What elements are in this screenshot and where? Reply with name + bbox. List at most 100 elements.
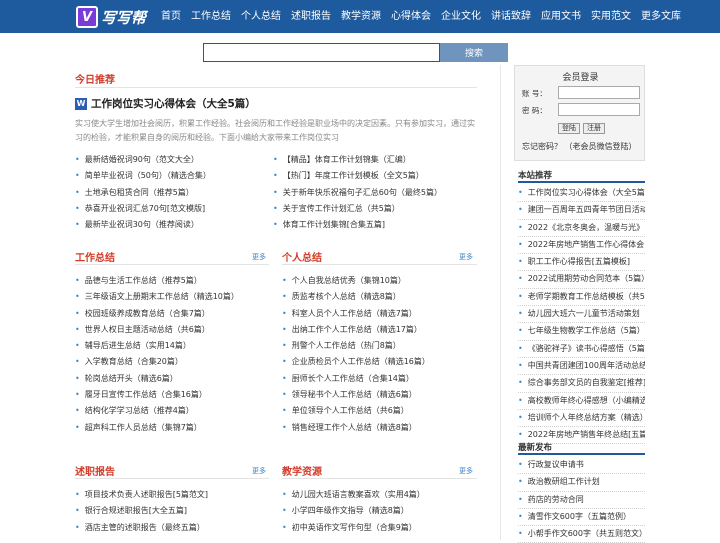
list-item[interactable]: 项目技术负责人述职报告[5篇范文] [75, 487, 270, 503]
list-item[interactable]: 2022《北京冬奥会，温暖与光》 [518, 220, 645, 237]
work-summary-more-link[interactable]: 更多 [252, 252, 266, 262]
forgot-password-link[interactable]: 忘记密码？ [522, 142, 562, 151]
list-item[interactable]: 老师学期教育工作总结模板（共5篇） [518, 289, 645, 307]
list-item[interactable]: 《骆驼祥子》读书心得感悟（5篇） [518, 341, 645, 358]
list-item[interactable]: 入学教育总结（合集20篇） [75, 354, 270, 370]
featured-article-link[interactable]: W 工作岗位实习心得体会（大全5篇） [75, 96, 256, 111]
search-input[interactable] [203, 43, 440, 62]
divider [518, 181, 645, 183]
list-item[interactable]: 世界人权日主题活动总结（共6篇） [75, 322, 270, 338]
recommend-list: 工作岗位实习心得体会（大全5篇） 建团一百周年五四青年节团日活动 2022《北京… [518, 185, 645, 445]
list-item[interactable]: 出纳工作个人工作总结（精选17篇） [282, 322, 478, 338]
list-item[interactable]: 培训师个人年终总结方案（精选） [518, 410, 645, 428]
list-item[interactable]: 【热门】年度工作计划模板（全文5篇） [273, 168, 478, 184]
list-item[interactable]: 关于宣传工作计划汇总（共5篇） [273, 201, 478, 217]
list-item[interactable]: 行政复议申请书 [518, 457, 645, 475]
list-item[interactable]: 科室人员个人工作总结（精选7篇） [282, 306, 478, 322]
list-item[interactable]: 小学四年级作文指导（精选8篇） [282, 503, 478, 519]
list-item[interactable]: 七年级生物教学工作总结（5篇） [518, 323, 645, 341]
password-label: 密 码： [522, 106, 547, 115]
list-item[interactable]: 品德与生活工作总结（推荐5篇） [75, 273, 270, 289]
list-item[interactable]: 幼儿园大班语言教案喜欢（实用4篇） [282, 487, 478, 503]
list-item[interactable]: 幼儿园大班六一儿童节活动策划 [518, 306, 645, 324]
nav-item-culture[interactable]: 企业文化 [436, 0, 486, 33]
work-summary-title: 工作总结 [75, 253, 115, 264]
teaching-title: 教学资源 [282, 467, 322, 478]
nav-item-documents[interactable]: 应用文书 [536, 0, 586, 33]
nav-item-more[interactable]: 更多文库 [636, 0, 686, 33]
list-item[interactable]: 结构化学学习总结（推荐4篇） [75, 403, 270, 419]
list-item[interactable]: 土地承包租赁合同（推荐5篇） [75, 185, 270, 201]
list-item[interactable]: 【精品】体育工作计划锦集（汇编） [273, 152, 478, 168]
list-item[interactable]: 体育工作计划集锦[合集五篇] [273, 217, 478, 233]
list-item[interactable]: 超声科工作人员总结（集锦7篇） [75, 420, 270, 436]
account-input[interactable] [558, 86, 640, 99]
nav-item-speech[interactable]: 讲话致辞 [486, 0, 536, 33]
login-title: 会员登录 [562, 73, 599, 83]
logo-name: 写写帮 [101, 8, 147, 27]
report-more-link[interactable]: 更多 [252, 466, 266, 476]
list-item[interactable]: 履牙日宣传工作总结（合集16篇） [75, 387, 270, 403]
list-item[interactable]: 药店的劳动合同 [518, 492, 645, 509]
today-title: 今日推荐 [75, 75, 115, 86]
divider [282, 478, 477, 479]
list-item[interactable]: 2022年房地产销售工作心得体会 [518, 237, 645, 255]
list-item[interactable]: 清雪作文600字（五篇范例） [518, 509, 645, 527]
divider [75, 264, 269, 265]
list-item[interactable]: 初中英语作文写作句型（合集9篇） [282, 520, 478, 536]
list-item[interactable]: 个人自我总结优秀（集锦10篇） [282, 273, 478, 289]
site-logo[interactable]: V 写写帮 [76, 4, 146, 30]
list-item[interactable]: 职工工作心得报告[五篇模板] [518, 254, 645, 272]
list-item[interactable]: 校园班级养成教育总结（合集7篇） [75, 306, 270, 322]
nav-item-work-summary[interactable]: 工作总结 [186, 0, 236, 33]
list-item[interactable]: 销售经理工作个人总结（精选8篇） [282, 420, 478, 436]
login-button[interactable]: 登陆 [558, 123, 580, 134]
column-divider [500, 65, 501, 540]
nav-item-experience[interactable]: 心得体会 [386, 0, 436, 33]
list-item[interactable]: 中国共青团建团100周年活动总结 [518, 358, 645, 376]
list-item[interactable]: 建团一百周年五四青年节团日活动 [518, 202, 645, 220]
register-button[interactable]: 注册 [583, 123, 605, 134]
logo-mark-icon: V [76, 6, 98, 28]
list-item[interactable]: 最新毕业祝词30句（推荐阅读） [75, 217, 270, 233]
list-item[interactable]: 轮岗总结开头（精选6篇） [75, 371, 270, 387]
nav-item-templates[interactable]: 实用范文 [586, 0, 636, 33]
search-button[interactable]: 搜索 [440, 43, 508, 62]
list-item[interactable]: 单位领导个人工作总结（共6篇） [282, 403, 478, 419]
login-links: 忘记密码？ （老会员微信登陆） [522, 141, 637, 152]
latest-title: 最新发布 [518, 443, 553, 453]
list-item[interactable]: 2022试用期劳动合同范本（5篇） [518, 271, 645, 289]
list-item[interactable]: 质监考核个人总结（精选8篇） [282, 289, 478, 305]
list-item[interactable]: 小帮手作文600字（共五则范文） [518, 526, 645, 543]
nav-item-teaching[interactable]: 教学资源 [336, 0, 386, 33]
recommend-title: 本站推荐 [518, 171, 553, 181]
list-item[interactable]: 最新结婚祝词90句（范文大全） [75, 152, 270, 168]
list-item[interactable]: 酒店主管的述职报告（最终五篇） [75, 520, 270, 536]
nav-item-home[interactable]: 首页 [156, 0, 186, 33]
list-item[interactable]: 工作岗位实习心得体会（大全5篇） [518, 185, 645, 203]
list-item[interactable]: 刑警个人工作总结（热门8篇） [282, 338, 478, 354]
list-item[interactable]: 恭喜开业祝词汇总70句[范文模版] [75, 201, 270, 217]
account-label: 账 号： [522, 89, 547, 98]
list-item[interactable]: 关于新年快乐祝福句子汇总60句（最终5篇） [273, 185, 478, 201]
wechat-login-link[interactable]: （老会员微信登陆） [565, 142, 637, 151]
list-item[interactable]: 厨师长个人工作总结（合集14篇） [282, 371, 478, 387]
latest-list: 行政复议申请书 政治教研组工作计划 药店的劳动合同 清雪作文600字（五篇范例）… [518, 457, 645, 543]
list-item[interactable]: 简单毕业祝词（50句）（精选合集） [75, 168, 270, 184]
list-item[interactable]: 政治教研组工作计划 [518, 474, 645, 492]
featured-description: 实习使大学生增加社会阅历，积累工作经验。社会阅历和工作经验是职业场中的决定因素。… [75, 119, 475, 142]
nav-item-report[interactable]: 述职报告 [286, 0, 336, 33]
list-item[interactable]: 高校教师年终心得感想（小编精选） [518, 393, 645, 410]
list-item[interactable]: 辅导后进生总结（实用14篇） [75, 338, 270, 354]
list-item[interactable]: 综合事务部文员的自我鉴定[推荐] [518, 375, 645, 393]
personal-summary-more-link[interactable]: 更多 [459, 252, 473, 262]
today-list-right: 【精品】体育工作计划锦集（汇编） 【热门】年度工作计划模板（全文5篇） 关于新年… [273, 152, 478, 233]
teaching-more-link[interactable]: 更多 [459, 466, 473, 476]
list-item[interactable]: 银行合规述职报告[大全五篇] [75, 503, 270, 519]
list-item[interactable]: 三年级语文上册期末工作总结（精选10篇） [75, 289, 270, 305]
list-item[interactable]: 企业质检员个人工作总结（精选16篇） [282, 354, 478, 370]
nav-item-personal-summary[interactable]: 个人总结 [236, 0, 286, 33]
divider [282, 264, 477, 265]
password-input[interactable] [558, 103, 640, 116]
list-item[interactable]: 领导秘书个人工作总结（精选6篇） [282, 387, 478, 403]
